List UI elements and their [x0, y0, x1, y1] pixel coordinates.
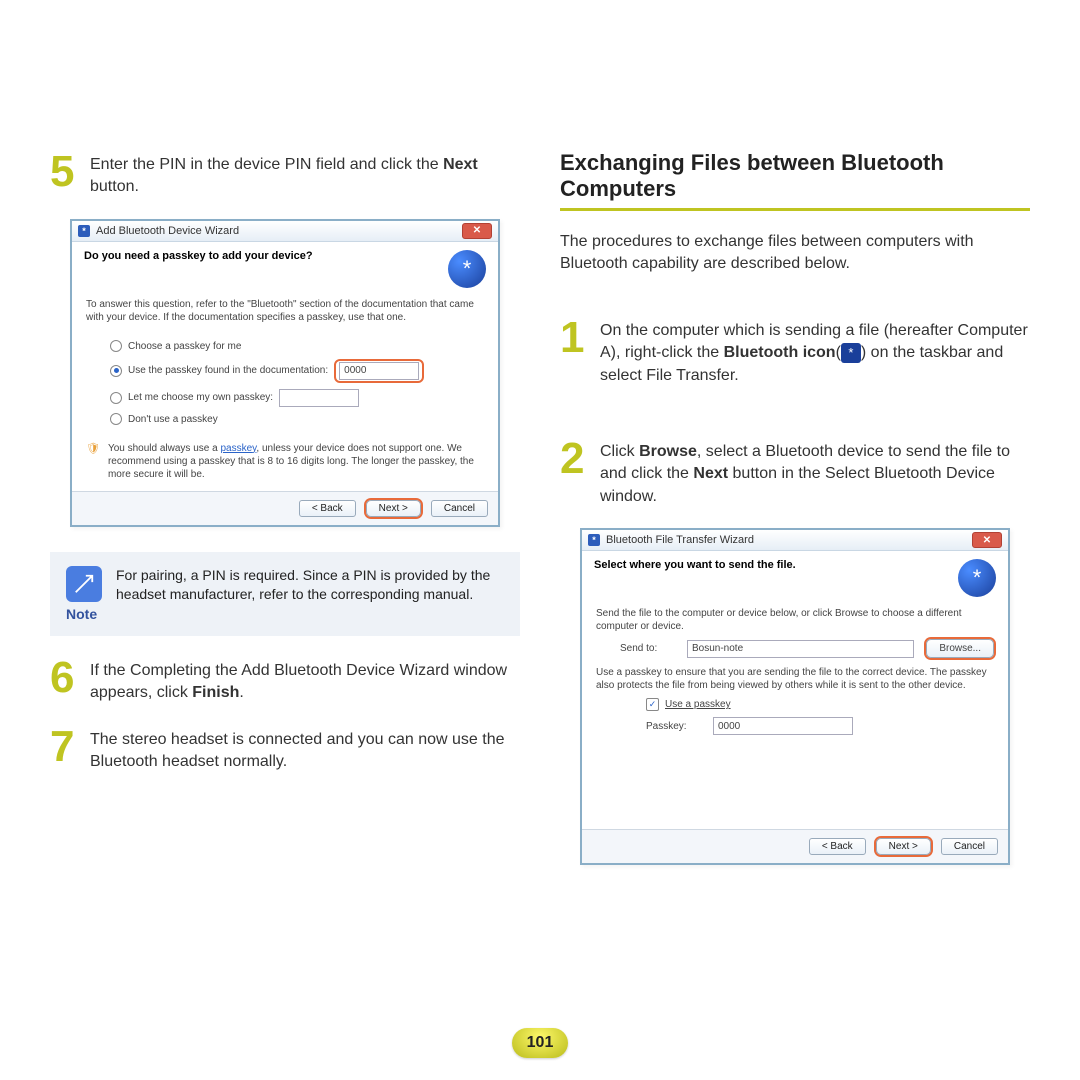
next-button[interactable]: Next > — [876, 838, 931, 855]
back-button[interactable]: < Back — [809, 838, 866, 855]
instruction-text: Send the file to the computer or device … — [596, 607, 994, 633]
help-text: To answer this question, refer to the "B… — [86, 298, 484, 324]
radio-no-passkey[interactable]: Don't use a passkey — [110, 413, 484, 426]
close-button[interactable]: ✕ — [462, 223, 492, 239]
note-text: For pairing, a PIN is required. Since a … — [116, 566, 504, 605]
radio-label: Don't use a passkey — [128, 413, 218, 426]
step-6-text: If the Completing the Add Bluetooth Devi… — [90, 656, 520, 705]
bluetooth-icon: * — [448, 250, 486, 288]
shield-icon: 🛡 — [86, 442, 100, 481]
step-number: 6 — [50, 656, 80, 700]
step-1: 1 On the computer which is sending a fil… — [560, 316, 1030, 387]
left-column: 5 Enter the PIN in the device PIN field … — [50, 150, 520, 890]
right-column: Exchanging Files between Bluetooth Compu… — [560, 150, 1030, 890]
passkey-input[interactable]: 0000 — [713, 717, 853, 735]
next-button[interactable]: Next > — [366, 500, 421, 517]
dialog-title: Bluetooth File Transfer Wizard — [606, 534, 754, 546]
sendto-field[interactable]: Bosun-note — [687, 640, 914, 658]
cancel-button[interactable]: Cancel — [941, 838, 998, 855]
title-bar: * Bluetooth File Transfer Wizard ✕ — [582, 530, 1008, 551]
highlighted-field: 0000 — [334, 359, 424, 383]
close-button[interactable]: ✕ — [972, 532, 1002, 548]
text: Enter the PIN in the device PIN field an… — [90, 156, 443, 173]
step-number: 1 — [560, 316, 590, 360]
step-number: 2 — [560, 437, 590, 481]
bluetooth-icon: * — [588, 534, 600, 546]
dialog-header: Select where you want to send the file. — [594, 559, 796, 571]
passkey-link[interactable]: passkey — [220, 443, 256, 454]
step-7: 7 The stereo headset is connected and yo… — [50, 725, 520, 774]
own-passkey-input[interactable] — [279, 389, 359, 407]
use-passkey-checkbox[interactable]: Use a passkey — [646, 698, 994, 711]
passkey-input[interactable]: 0000 — [339, 362, 419, 380]
checkbox-label: Use a passkey — [665, 698, 731, 711]
radio-own-passkey[interactable]: Let me choose my own passkey: — [110, 389, 484, 407]
radio-label: Use the passkey found in the documentati… — [128, 364, 328, 377]
text: button. — [90, 178, 139, 195]
radio-label: Choose a passkey for me — [128, 340, 241, 353]
note-box: Note For pairing, a PIN is required. Sin… — [50, 552, 520, 636]
text-bold: Next — [443, 156, 478, 173]
step-number: 7 — [50, 725, 80, 769]
add-bluetooth-wizard-dialog: * Add Bluetooth Device Wizard ✕ Do you n… — [70, 219, 500, 527]
step-2: 2 Click Browse, select a Bluetooth devic… — [560, 437, 1030, 508]
section-heading: Exchanging Files between Bluetooth Compu… — [560, 150, 1030, 211]
warning-text: You should always use a passkey, unless … — [108, 442, 484, 481]
step-7-text: The stereo headset is connected and you … — [90, 725, 520, 774]
sendto-label: Send to: — [620, 642, 675, 655]
instruction-text-2: Use a passkey to ensure that you are sen… — [596, 666, 994, 692]
radio-label: Let me choose my own passkey: — [128, 391, 273, 404]
step-1-text: On the computer which is sending a file … — [600, 316, 1030, 387]
radio-choose-passkey[interactable]: Choose a passkey for me — [110, 340, 484, 353]
note-label: Note — [66, 606, 102, 622]
step-5: 5 Enter the PIN in the device PIN field … — [50, 150, 520, 199]
step-6: 6 If the Completing the Add Bluetooth De… — [50, 656, 520, 705]
bluetooth-icon: * — [78, 225, 90, 237]
page-number: 101 — [512, 1028, 568, 1058]
bluetooth-icon: * — [958, 559, 996, 597]
browse-button[interactable]: Browse... — [926, 639, 994, 658]
dialog-question: Do you need a passkey to add your device… — [84, 250, 313, 262]
note-icon — [66, 566, 102, 602]
bluetooth-icon: * — [841, 343, 861, 363]
back-button[interactable]: < Back — [299, 500, 356, 517]
cancel-button[interactable]: Cancel — [431, 500, 488, 517]
step-number: 5 — [50, 150, 80, 194]
passkey-label: Passkey: — [646, 720, 701, 733]
dialog-title: Add Bluetooth Device Wizard — [96, 225, 239, 237]
section-intro: The procedures to exchange files between… — [560, 231, 1030, 276]
title-bar: * Add Bluetooth Device Wizard ✕ — [72, 221, 498, 242]
file-transfer-wizard-dialog: * Bluetooth File Transfer Wizard ✕ Selec… — [580, 528, 1010, 865]
step-2-text: Click Browse, select a Bluetooth device … — [600, 437, 1030, 508]
step-5-text: Enter the PIN in the device PIN field an… — [90, 150, 520, 199]
radio-use-doc-passkey[interactable]: Use the passkey found in the documentati… — [110, 359, 484, 383]
